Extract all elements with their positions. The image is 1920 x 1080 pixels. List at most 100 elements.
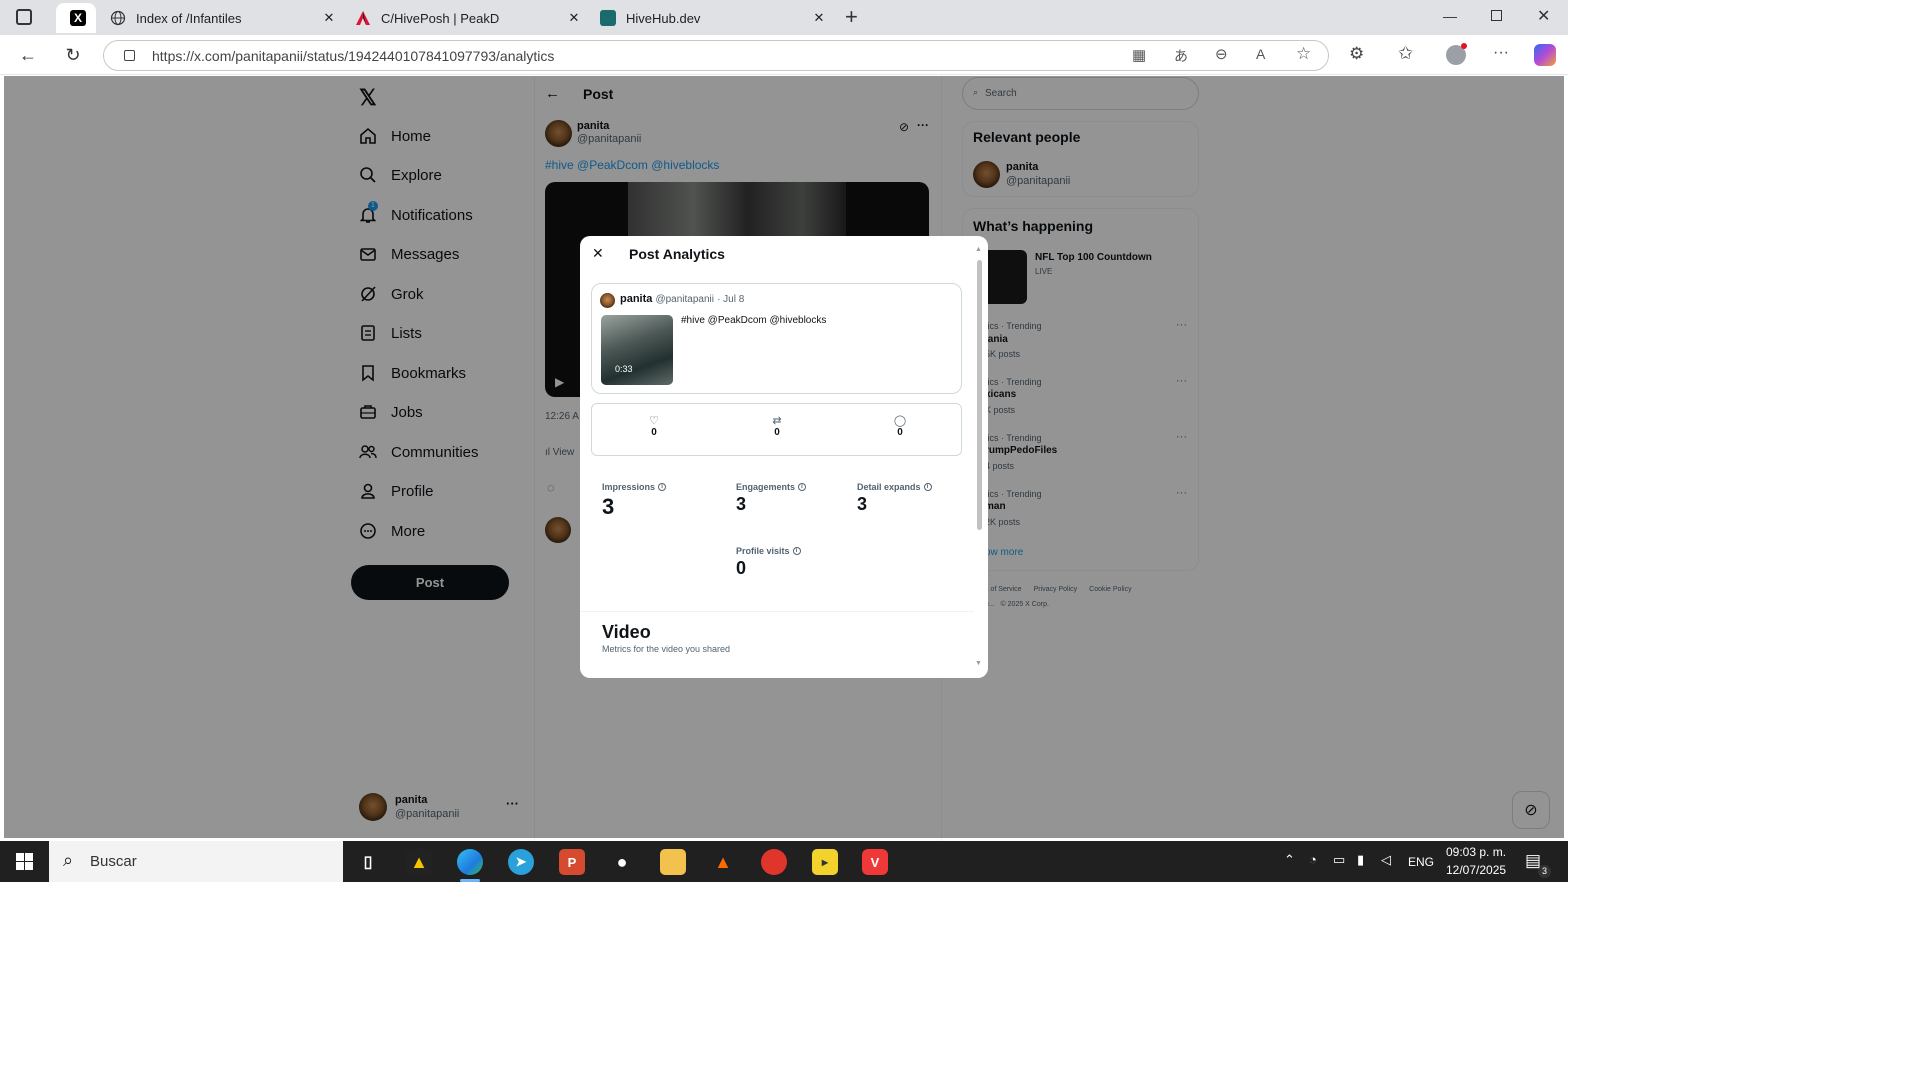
replies-stat: ◯ 0 bbox=[890, 414, 910, 438]
likes-count: 0 bbox=[651, 427, 657, 438]
task-view-icon[interactable]: ▯ bbox=[355, 849, 381, 875]
close-icon[interactable]: ✕ bbox=[564, 10, 584, 26]
browser-tab-bar: X Index of /Infantiles ✕ C/HivePosh | Pe… bbox=[0, 0, 1568, 35]
reposts-count: 0 bbox=[774, 427, 780, 438]
reposts-stat: ⇄ 0 bbox=[767, 414, 787, 438]
app-drive-icon[interactable]: ▲ bbox=[406, 849, 432, 875]
restore-button[interactable] bbox=[1491, 10, 1502, 21]
wifi-icon[interactable]: ◔ bbox=[1309, 852, 1317, 867]
extensions-icon[interactable]: ⚙ bbox=[1349, 44, 1364, 64]
retweet-icon: ⇄ bbox=[772, 415, 782, 427]
engagements-value: 3 bbox=[736, 494, 747, 514]
tomato-app-icon[interactable] bbox=[761, 849, 787, 875]
new-tab-button[interactable]: + bbox=[845, 4, 858, 30]
post-preview-card[interactable]: panita @panitapanii · Jul 8 0:33 #hive @… bbox=[591, 283, 962, 394]
telegram-icon[interactable]: ➤ bbox=[508, 849, 534, 875]
language-indicator[interactable]: ENG bbox=[1408, 855, 1434, 869]
volume-icon[interactable]: ◁ bbox=[1381, 852, 1391, 868]
address-bar-row: ← ↻ https://x.com/panitapanii/status/194… bbox=[0, 35, 1568, 75]
profile-visits-metric: Profile visits i 0 bbox=[736, 546, 801, 579]
edge-icon[interactable] bbox=[457, 849, 483, 875]
app-p-icon[interactable]: P bbox=[559, 849, 585, 875]
windows-start-icon[interactable] bbox=[16, 853, 33, 870]
info-icon[interactable]: i bbox=[792, 547, 801, 555]
engagement-stats-card: ♡ 0 ⇄ 0 ◯ 0 bbox=[591, 403, 962, 456]
hivehub-icon bbox=[600, 10, 616, 26]
back-button[interactable]: ← bbox=[15, 43, 41, 67]
impressions-value: 3 bbox=[602, 494, 615, 519]
tab-x[interactable]: X bbox=[56, 3, 96, 33]
tab-title: Index of /Infantiles bbox=[136, 10, 242, 26]
profile-alert-dot bbox=[1461, 43, 1467, 49]
close-icon[interactable]: ✕ bbox=[319, 10, 339, 26]
post-analytics-modal: ✕ Post Analytics panita @panitapanii · J… bbox=[580, 236, 988, 678]
close-icon[interactable]: ✕ bbox=[592, 245, 604, 262]
favorite-star-icon[interactable]: ☆ bbox=[1296, 44, 1311, 64]
file-explorer-icon[interactable] bbox=[660, 849, 686, 875]
close-window-button[interactable]: ✕ bbox=[1537, 6, 1550, 26]
tab-actions-icon[interactable] bbox=[16, 9, 32, 25]
close-icon[interactable]: ✕ bbox=[809, 10, 829, 26]
taskbar-search[interactable]: ⌕ Buscar bbox=[49, 841, 343, 882]
detail-expands-label: Detail expands i bbox=[857, 482, 932, 492]
vivaldi-icon[interactable]: V bbox=[862, 849, 888, 875]
minimize-button[interactable]: — bbox=[1443, 8, 1457, 24]
replies-count: 0 bbox=[897, 427, 903, 438]
scroll-down-arrow[interactable]: ▼ bbox=[975, 660, 982, 667]
app-available-icon[interactable]: ▦ bbox=[1132, 46, 1146, 64]
refresh-button[interactable]: ↻ bbox=[60, 43, 86, 67]
video-section-title: Video bbox=[602, 622, 651, 642]
profile-visits-label-text: Profile visits bbox=[736, 546, 790, 556]
info-icon[interactable]: i bbox=[658, 483, 667, 491]
preview-video-thumb[interactable]: 0:33 bbox=[601, 315, 673, 385]
taskbar-search-placeholder: Buscar bbox=[90, 853, 137, 870]
reply-icon: ◯ bbox=[893, 415, 907, 427]
preview-handle: @panitapanii bbox=[655, 294, 714, 305]
tab-index-infantiles[interactable]: Index of /Infantiles ✕ bbox=[100, 3, 345, 33]
info-icon[interactable]: i bbox=[923, 483, 932, 491]
copilot-icon[interactable] bbox=[1534, 44, 1556, 66]
favorites-icon[interactable]: ✩ bbox=[1398, 43, 1413, 64]
clock-time[interactable]: 09:03 p. m. bbox=[1446, 845, 1506, 859]
search-icon: ⌕ bbox=[63, 850, 74, 870]
url-field[interactable]: https://x.com/panitapanii/status/1942440… bbox=[103, 40, 1329, 71]
tray-chevron-icon[interactable]: ⌃ bbox=[1284, 852, 1295, 868]
windows-taskbar: ⌕ Buscar ▯ ▲ ➤ P ● ▲ ▶ V ⌃ ◔ ▭ ▮ ◁ ENG 0… bbox=[0, 841, 1568, 882]
modal-scrollbar[interactable]: ▲ ▼ bbox=[975, 246, 984, 674]
preview-text: #hive @PeakDcom @hiveblocks bbox=[681, 315, 827, 326]
info-icon[interactable]: i bbox=[798, 483, 807, 491]
clock-date[interactable]: 12/07/2025 bbox=[1446, 863, 1506, 877]
globe-icon bbox=[110, 10, 126, 26]
engagements-metric: Engagements i 3 bbox=[736, 482, 807, 515]
zoom-out-icon[interactable]: ⊖ bbox=[1215, 45, 1228, 63]
device-icon[interactable]: ▭ bbox=[1333, 852, 1345, 868]
tab-hivehub[interactable]: HiveHub.dev ✕ bbox=[590, 3, 835, 33]
scroll-thumb[interactable] bbox=[977, 260, 982, 530]
battery-icon[interactable]: ▮ bbox=[1357, 852, 1364, 868]
x-logo-icon: X bbox=[70, 10, 86, 26]
chat-icon[interactable]: ● bbox=[609, 849, 635, 875]
preview-avatar bbox=[600, 293, 615, 308]
fire-app-icon[interactable]: ▲ bbox=[710, 849, 736, 875]
detail-expands-value: 3 bbox=[857, 494, 868, 514]
url-text: https://x.com/panitapanii/status/1942440… bbox=[152, 48, 555, 64]
likes-stat: ♡ 0 bbox=[644, 414, 664, 438]
profile-visits-value: 0 bbox=[736, 558, 747, 578]
detail-expands-label-text: Detail expands bbox=[857, 482, 921, 492]
engagements-label: Engagements i bbox=[736, 482, 807, 492]
video-duration: 0:33 bbox=[615, 364, 633, 374]
impressions-label: Impressions i bbox=[602, 482, 667, 492]
tab-title: HiveHub.dev bbox=[626, 10, 701, 26]
scroll-up-arrow[interactable]: ▲ bbox=[975, 246, 982, 253]
heart-icon: ♡ bbox=[649, 415, 659, 427]
tab-title: C/HivePosh | PeakD bbox=[381, 10, 500, 26]
player-app-icon[interactable]: ▶ bbox=[812, 849, 838, 875]
tab-peakd[interactable]: C/HivePosh | PeakD ✕ bbox=[345, 3, 590, 33]
preview-name: panita bbox=[620, 293, 653, 305]
lock-icon bbox=[124, 50, 135, 61]
notification-count-badge: 3 bbox=[1538, 865, 1551, 878]
settings-more-icon[interactable]: ··· bbox=[1493, 44, 1509, 62]
read-aloud-icon[interactable]: A bbox=[1256, 46, 1265, 62]
preview-date: · Jul 8 bbox=[717, 294, 745, 305]
translate-icon[interactable]: あ bbox=[1174, 46, 1188, 66]
